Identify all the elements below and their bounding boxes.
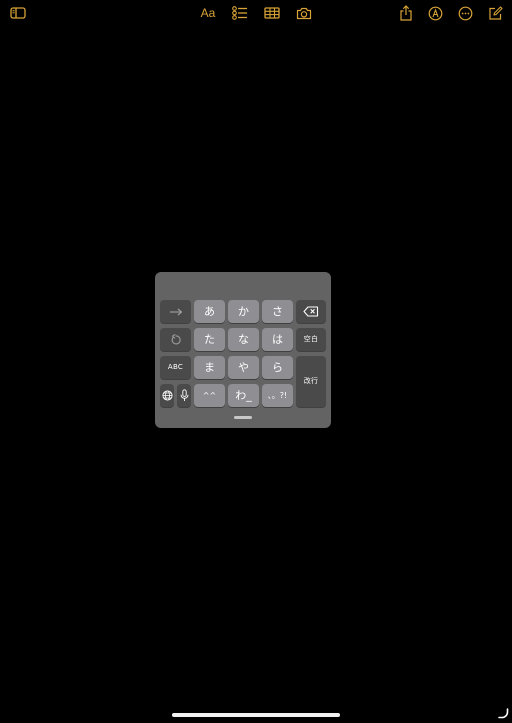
kana-key-ha[interactable]: は xyxy=(262,328,293,351)
kana-key-na[interactable]: な xyxy=(228,328,259,351)
kana-key-na-label: な xyxy=(238,333,249,346)
format-button[interactable]: Aa xyxy=(198,4,218,22)
share-button[interactable] xyxy=(396,4,416,22)
space-key[interactable]: 空白 xyxy=(296,328,326,351)
kana-key-wa-label: わ_ xyxy=(235,389,252,402)
checklist-icon xyxy=(232,6,248,20)
checklist-button[interactable] xyxy=(230,4,250,22)
camera-icon xyxy=(296,7,312,20)
compose-icon xyxy=(488,5,503,21)
floating-kana-keyboard: あ か さ た な は 空白 ABC ま や ら 改行 ^^ わ_ 、。?! xyxy=(155,272,331,428)
more-icon xyxy=(458,6,473,21)
dictation-key[interactable] xyxy=(177,384,191,407)
table-button[interactable] xyxy=(262,4,282,22)
undo-icon xyxy=(170,334,181,345)
delete-key[interactable] xyxy=(296,300,326,323)
next-candidate-key[interactable] xyxy=(160,300,191,323)
keyboard-drag-handle[interactable] xyxy=(234,416,252,419)
format-icon: Aa xyxy=(200,6,216,20)
kana-key-sa[interactable]: さ xyxy=(262,300,293,323)
kana-key-ya-label: や xyxy=(238,361,249,374)
kana-key-ra-label: ら xyxy=(272,361,283,374)
space-key-label: 空白 xyxy=(303,335,319,343)
abc-key-label: ABC xyxy=(167,363,184,371)
microphone-icon xyxy=(180,389,189,402)
arrow-right-icon xyxy=(169,308,183,316)
kana-key-ra[interactable]: ら xyxy=(262,356,293,379)
punctuation-key[interactable]: 、。?! xyxy=(262,384,293,407)
kana-key-ka-label: か xyxy=(238,305,249,318)
sidebar-toggle-button[interactable] xyxy=(8,4,28,22)
sidebar-icon xyxy=(10,7,26,19)
kana-key-a-label: あ xyxy=(204,305,215,318)
more-button[interactable] xyxy=(455,4,475,22)
kana-key-ka[interactable]: か xyxy=(228,300,259,323)
markup-icon xyxy=(428,6,443,21)
globe-key[interactable] xyxy=(160,384,174,407)
resize-corner-icon xyxy=(497,704,509,723)
globe-icon xyxy=(161,390,173,401)
compose-button[interactable] xyxy=(485,4,505,22)
undo-key[interactable] xyxy=(160,328,191,351)
abc-key[interactable]: ABC xyxy=(160,356,191,379)
camera-button[interactable] xyxy=(294,4,314,22)
punctuation-key-label: 、。?! xyxy=(267,390,288,400)
kana-key-ya[interactable]: や xyxy=(228,356,259,379)
kana-key-wa[interactable]: わ_ xyxy=(228,384,259,407)
kana-key-ma[interactable]: ま xyxy=(194,356,225,379)
share-icon xyxy=(399,5,413,21)
kana-key-ma-label: ま xyxy=(204,361,215,374)
table-icon xyxy=(264,7,280,19)
home-indicator[interactable] xyxy=(172,713,340,717)
kana-key-ta[interactable]: た xyxy=(194,328,225,351)
markup-button[interactable] xyxy=(425,4,445,22)
enter-key[interactable]: 改行 xyxy=(296,356,326,407)
kana-key-ta-label: た xyxy=(204,333,215,346)
kaomoji-key-label: ^^ xyxy=(202,390,217,400)
kana-key-sa-label: さ xyxy=(272,305,283,318)
kaomoji-key[interactable]: ^^ xyxy=(194,384,225,407)
delete-icon xyxy=(303,306,319,317)
kana-key-a[interactable]: あ xyxy=(194,300,225,323)
enter-key-label: 改行 xyxy=(303,377,319,385)
notes-toolbar: Aa xyxy=(0,0,512,28)
kana-key-ha-label: は xyxy=(272,333,283,346)
